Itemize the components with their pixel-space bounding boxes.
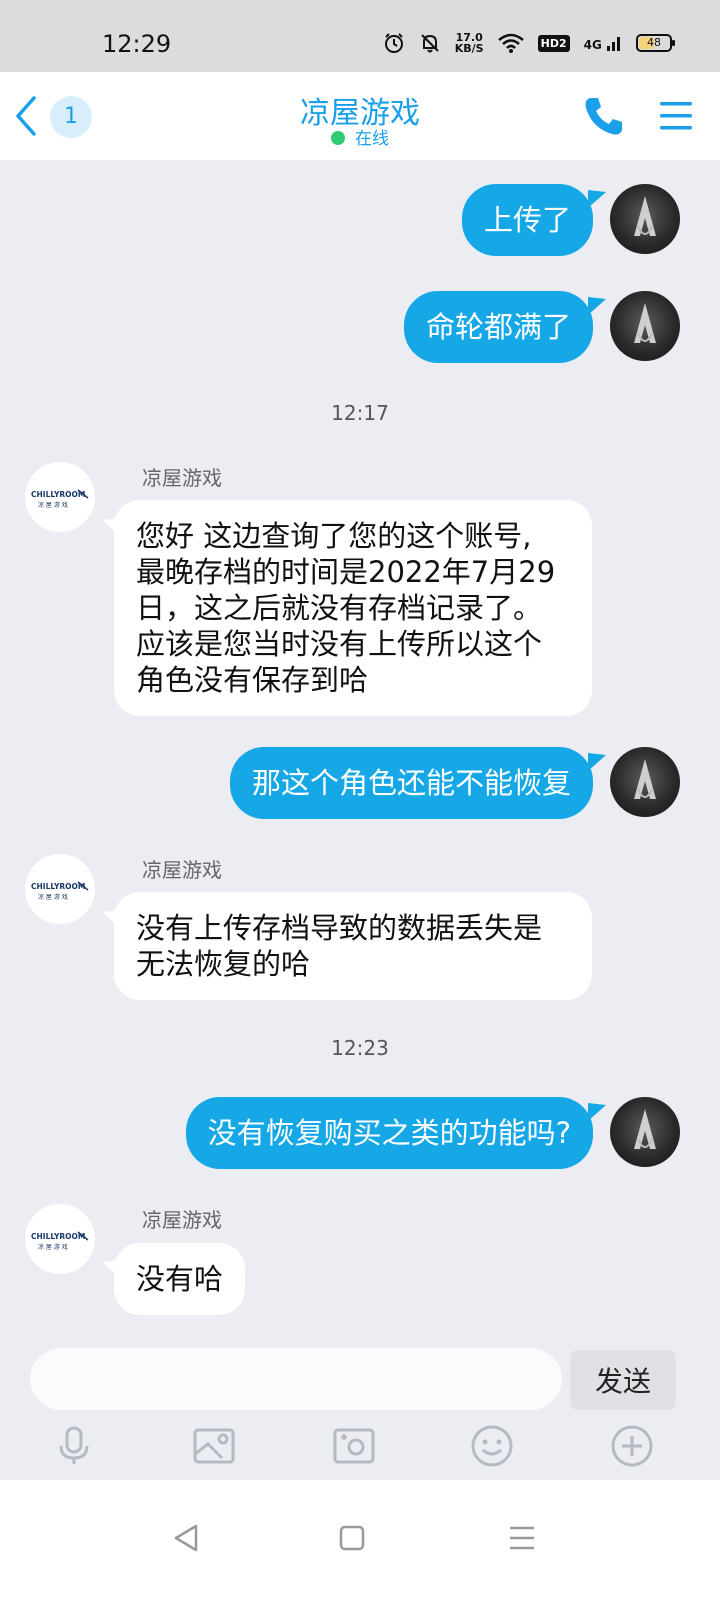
net-speed: 17.0 KB/S [454, 31, 484, 55]
image-icon[interactable] [192, 1424, 236, 1468]
message-bubble[interactable]: 您好 这边查询了您的这个账号, 最晚存档的时间是2022年7月29 日，这之后就… [114, 500, 592, 716]
message-bubble[interactable]: 没有哈 [114, 1243, 246, 1315]
message-bubble[interactable]: 那这个角色还能不能恢复 [229, 747, 593, 819]
shop-avatar[interactable]: CHILLYROOM 凉 屋 游 戏 [25, 1204, 95, 1274]
svg-text:CHILLYROOM: CHILLYROOM [31, 882, 85, 891]
menu-icon[interactable] [658, 98, 694, 134]
sender-name: 凉屋游戏 [142, 466, 222, 490]
chillyroom-logo-icon: CHILLYROOM 凉 屋 游 戏 [31, 1231, 89, 1251]
plus-icon[interactable] [610, 1424, 654, 1468]
my-avatar[interactable] [610, 291, 680, 361]
chillyroom-logo-icon: CHILLYROOM 凉 屋 游 戏 [31, 881, 89, 901]
assassin-emblem-icon [634, 1109, 656, 1149]
back-nav-icon[interactable] [166, 1518, 206, 1558]
chillyroom-logo-icon: CHILLYROOM 凉 屋 游 戏 [31, 489, 89, 509]
assassin-emblem-icon [634, 303, 656, 343]
online-dot-icon [331, 131, 345, 145]
status-bar: 12:29 17.0 KB/S HD2 4G 48 [0, 0, 720, 72]
composer: 发送 [0, 1340, 720, 1480]
system-nav-bar [0, 1480, 720, 1600]
message-bubble[interactable]: 没有恢复购买之类的功能吗? [185, 1097, 593, 1169]
wifi-icon [497, 33, 524, 53]
signal-icon: 4G [584, 35, 622, 52]
send-button[interactable]: 发送 [570, 1350, 676, 1410]
bubble-tail-icon [588, 297, 606, 315]
alarm-icon [384, 33, 403, 53]
hd-icon: HD2 [537, 34, 570, 52]
camera-icon[interactable] [332, 1424, 376, 1468]
svg-text:凉 屋 游 戏: 凉 屋 游 戏 [38, 1243, 68, 1251]
phone-call-icon[interactable] [582, 94, 626, 138]
recents-nav-icon[interactable] [502, 1518, 542, 1558]
microphone-icon[interactable] [52, 1424, 96, 1468]
chat-header: 1 凉屋游戏 在线 [0, 72, 720, 160]
message-bubble[interactable]: 上传了 [461, 184, 593, 256]
shop-avatar[interactable]: CHILLYROOM 凉 屋 游 戏 [25, 854, 95, 924]
sender-name: 凉屋游戏 [142, 1208, 222, 1232]
message-input[interactable] [30, 1348, 562, 1410]
svg-text:CHILLYROOM: CHILLYROOM [31, 490, 85, 499]
assassin-emblem-icon [634, 759, 656, 799]
sender-name: 凉屋游戏 [142, 858, 222, 882]
bubble-tail-icon [588, 1103, 606, 1121]
home-nav-icon[interactable] [332, 1518, 372, 1558]
battery-icon: 48 [636, 34, 675, 52]
bubble-tail-icon [588, 190, 606, 208]
time-divider: 12:17 [331, 401, 389, 425]
time-divider: 12:23 [331, 1036, 389, 1060]
my-avatar[interactable] [610, 1097, 680, 1167]
my-avatar[interactable] [610, 747, 680, 817]
my-avatar[interactable] [610, 184, 680, 254]
message-bubble[interactable]: 命轮都满了 [403, 291, 593, 363]
bubble-tail-icon [588, 753, 606, 771]
message-bubble[interactable]: 没有上传存档导致的数据丢失是 无法恢复的哈 [114, 892, 592, 1000]
svg-text:凉 屋 游 戏: 凉 屋 游 戏 [38, 501, 68, 509]
svg-text:CHILLYROOM: CHILLYROOM [31, 1232, 85, 1241]
status-icons: 17.0 KB/S HD2 4G 48 [383, 31, 675, 55]
emoji-icon[interactable] [470, 1424, 514, 1468]
shop-avatar[interactable]: CHILLYROOM 凉 屋 游 戏 [25, 462, 95, 532]
svg-text:凉 屋 游 戏: 凉 屋 游 戏 [38, 893, 68, 901]
assassin-emblem-icon [634, 196, 656, 236]
status-time: 12:29 [102, 30, 172, 58]
mute-icon [421, 34, 439, 53]
